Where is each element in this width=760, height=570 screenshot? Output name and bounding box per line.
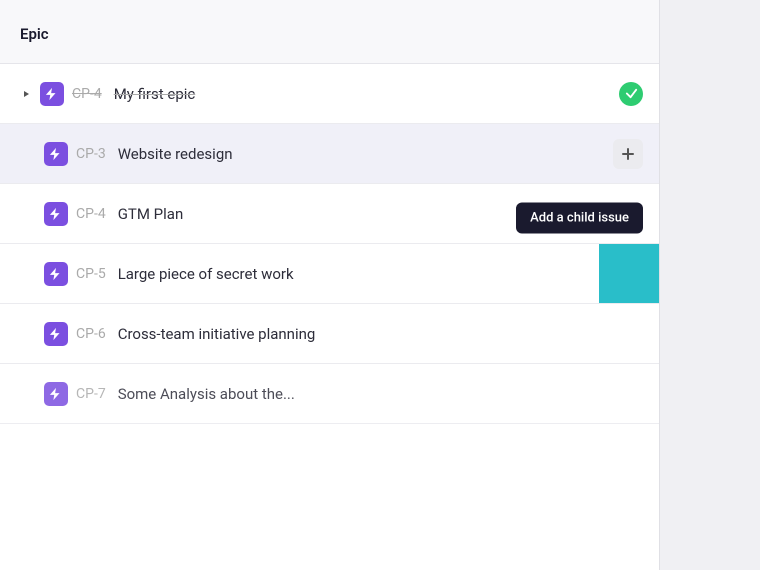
epic-icon-cp7 bbox=[44, 382, 68, 406]
row-cp6[interactable]: CP-6 Cross-team initiative planning bbox=[0, 304, 659, 364]
right-panel bbox=[660, 0, 760, 570]
row-cp5[interactable]: CP-5 Large piece of secret work bbox=[0, 244, 659, 304]
tooltip-label: Add a child issue bbox=[516, 203, 643, 234]
row-cp7[interactable]: CP-7 Some Analysis about the... bbox=[0, 364, 659, 424]
epic-icon-cp6 bbox=[44, 322, 68, 346]
issue-title-cp3: Website redesign bbox=[118, 145, 613, 163]
issue-title-cp6: Cross-team initiative planning bbox=[118, 325, 643, 343]
issue-title-cp5: Large piece of secret work bbox=[118, 265, 643, 283]
left-panel: Epic CP-4 My first epic bbox=[0, 0, 660, 570]
epic-list: CP-4 My first epic CP-3 Website redesign bbox=[0, 64, 659, 570]
main-container: Epic CP-4 My first epic bbox=[0, 0, 760, 570]
expand-arrow-icon[interactable] bbox=[16, 89, 36, 99]
epic-icon-cp4-parent bbox=[40, 82, 64, 106]
panel-title: Epic bbox=[20, 25, 49, 43]
panel-header: Epic bbox=[0, 0, 659, 64]
issue-key-cp4-parent: CP-4 bbox=[72, 86, 102, 102]
teal-progress-bar bbox=[599, 244, 659, 303]
epic-icon-cp5 bbox=[44, 262, 68, 286]
row-cp4-parent[interactable]: CP-4 My first epic bbox=[0, 64, 659, 124]
issue-key-cp5: CP-5 bbox=[76, 266, 106, 282]
issue-key-cp3: CP-3 bbox=[76, 146, 106, 162]
issue-key-cp6: CP-6 bbox=[76, 326, 106, 342]
tooltip-container: Add a child issue bbox=[516, 203, 643, 234]
epic-icon-cp4-gtm bbox=[44, 202, 68, 226]
issue-title-cp4-parent: My first epic bbox=[114, 85, 619, 103]
issue-key-cp4-gtm: CP-4 bbox=[76, 206, 106, 222]
done-badge-cp4-parent bbox=[619, 82, 643, 106]
epic-icon-cp3 bbox=[44, 142, 68, 166]
issue-title-cp7: Some Analysis about the... bbox=[118, 385, 643, 403]
row-cp3[interactable]: CP-3 Website redesign Add a child issue bbox=[0, 124, 659, 184]
add-child-issue-button[interactable] bbox=[613, 139, 643, 169]
issue-key-cp7: CP-7 bbox=[76, 386, 106, 402]
